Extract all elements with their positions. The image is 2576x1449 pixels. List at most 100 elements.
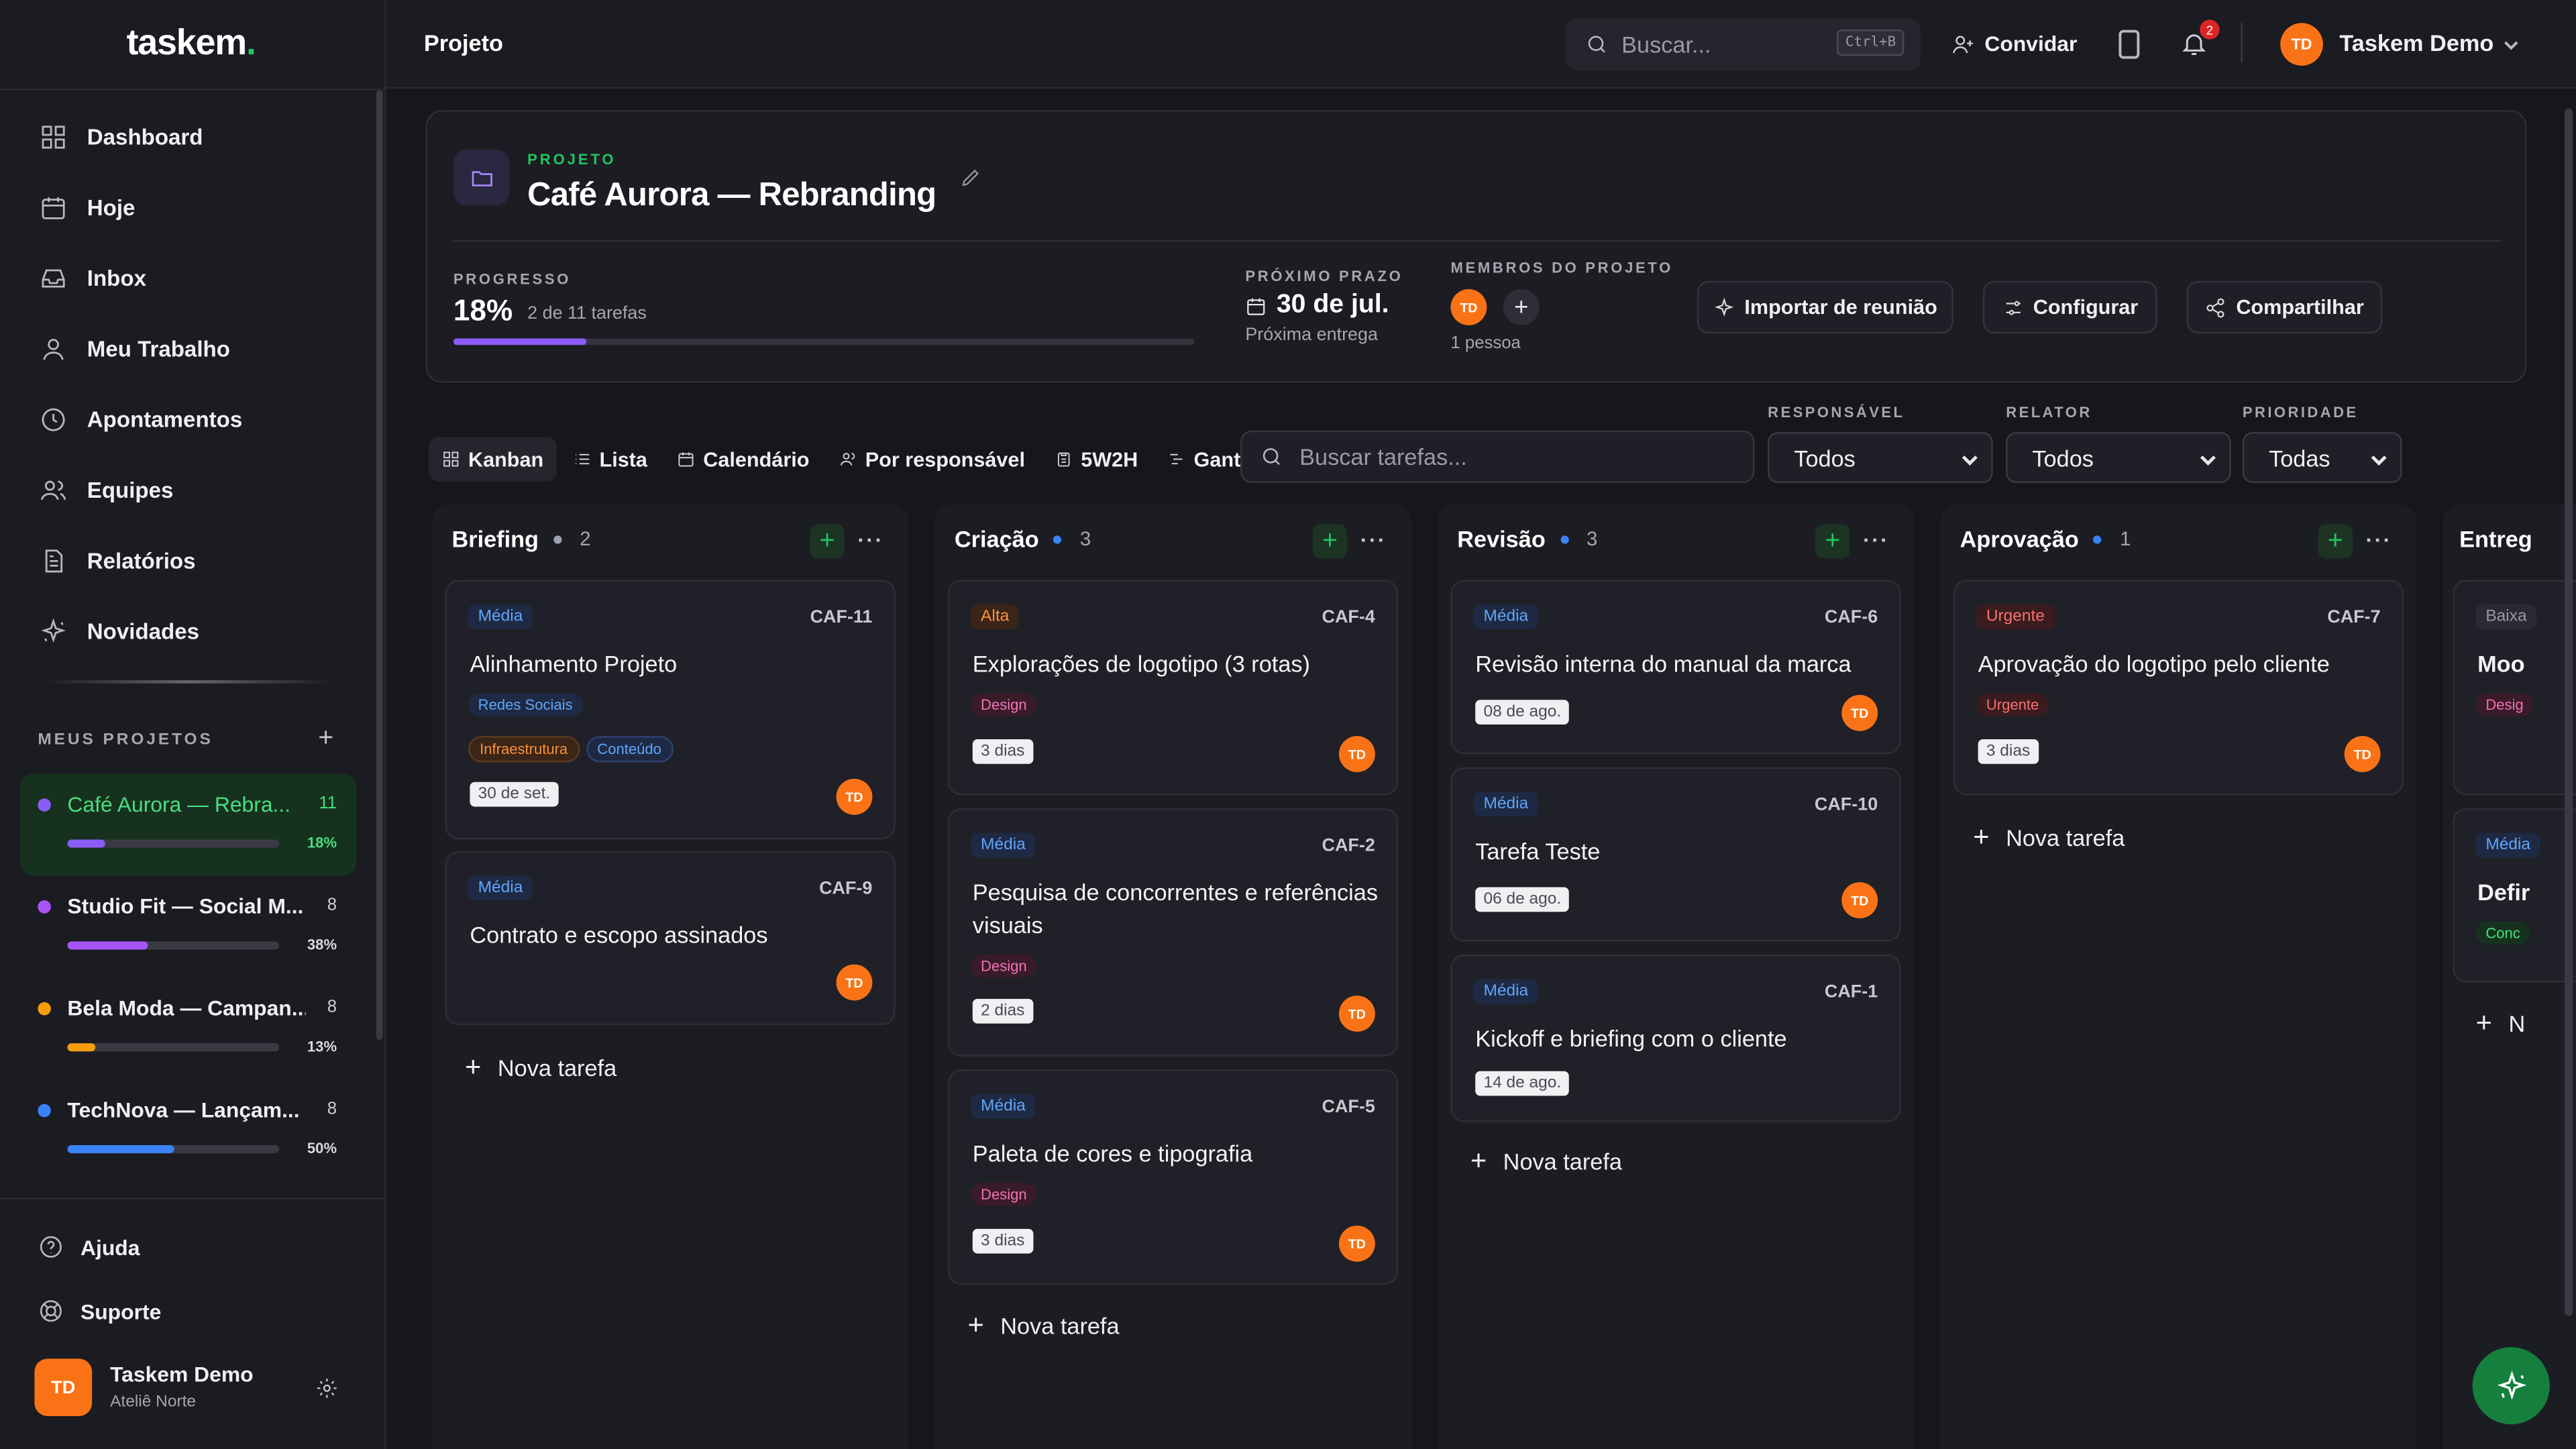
project-progress-fill <box>67 1144 174 1154</box>
task-card[interactable]: Urgente CAF-7 Aprovação do logotipo pelo… <box>1953 580 2404 796</box>
add-task-button[interactable]: + <box>1815 524 1850 559</box>
member-avatar[interactable]: TD <box>1450 289 1487 325</box>
priority-badge: Média <box>468 604 533 629</box>
task-card[interactable]: Alta CAF-4 Explorações de logotipo (3 ro… <box>948 580 1399 796</box>
more-icon[interactable]: ··· <box>1863 527 1889 552</box>
task-card[interactable]: Média CAF-2 Pesquisa de concorrentes e r… <box>948 808 1399 1057</box>
gear-icon[interactable] <box>315 1377 338 1399</box>
task-card[interactable]: Média CAF-10 Tarefa Teste 06 de ago. TD <box>1450 767 1901 942</box>
column-dot <box>1053 535 1062 543</box>
project-name: Café Aurora — Rebra... <box>67 792 291 817</box>
due-date: 08 de ago. <box>1475 700 1570 725</box>
filter-relator-select[interactable]: Todos <box>2006 432 2231 484</box>
avatar[interactable]: TD <box>2344 736 2381 773</box>
add-project-button[interactable]: + <box>318 724 333 754</box>
support-link[interactable]: Suporte <box>38 1298 161 1324</box>
sidebar-project[interactable]: Bela Moda — Campan... 8 13% <box>19 977 356 1079</box>
avatar[interactable]: TD <box>836 778 873 815</box>
task-card[interactable]: Média Defir Conc <box>2453 808 2576 983</box>
mobile-icon[interactable] <box>2118 30 2141 59</box>
sidebar-scrollbar[interactable] <box>376 90 383 1040</box>
priority-badge: Média <box>1473 979 1538 1004</box>
column-header: Criação 3 <box>955 526 1091 552</box>
avatar[interactable]: TD <box>1338 996 1375 1032</box>
task-id: CAF-1 <box>1824 982 1878 1002</box>
task-id: CAF-7 <box>2327 608 2381 628</box>
priority-badge: Baixa <box>2475 604 2537 629</box>
task-card[interactable]: Média CAF-9 Contrato e escopo assinados … <box>445 851 896 1026</box>
main-scrollbar[interactable] <box>2564 108 2573 1316</box>
sidebar-project[interactable]: Studio Fit — Social M... 8 38% <box>19 875 356 977</box>
sidebar-item-hoje[interactable]: Hoje <box>19 172 364 243</box>
task-card[interactable]: Média CAF-11 Alinhamento Projeto Redes S… <box>445 580 896 840</box>
filter-responsavel-select[interactable]: Todos <box>1768 432 1993 484</box>
avatar[interactable]: TD <box>34 1358 93 1417</box>
sidebar-item-meu-trabalho[interactable]: Meu Trabalho <box>19 314 364 384</box>
chevron-down-icon[interactable] <box>2504 38 2518 52</box>
avatar[interactable]: TD <box>1841 882 1878 918</box>
import-meeting-button[interactable]: Importar de reunião <box>1697 280 1953 334</box>
ai-assistant-button[interactable] <box>2472 1347 2550 1425</box>
more-icon[interactable]: ··· <box>2366 527 2392 552</box>
sidebar-item-inbox[interactable]: Inbox <box>19 243 364 313</box>
configure-button[interactable]: Configurar <box>1982 280 2157 334</box>
project-progress-bar <box>67 941 280 950</box>
new-task-button[interactable]: + Nova tarefa <box>1470 1145 1622 1178</box>
project-progress-fill <box>67 1043 95 1052</box>
tab-calendario[interactable]: Calendário <box>663 437 822 481</box>
add-task-button[interactable]: + <box>810 524 845 559</box>
task-card[interactable]: Média CAF-1 Kickoff e briefing com o cli… <box>1450 954 1901 1122</box>
avatar[interactable]: TD <box>1338 1225 1375 1262</box>
task-card[interactable]: Média CAF-5 Paleta de cores e tipografia… <box>948 1069 1399 1285</box>
kanban-column: Criação 3 + ··· Alta CAF-4 Explorações d… <box>934 504 1411 1449</box>
priority-badge: Média <box>1473 604 1538 629</box>
user-menu-name[interactable]: Taskem Demo <box>2339 30 2493 56</box>
column-dot <box>553 535 562 543</box>
sidebar-item-dashboard[interactable]: Dashboard <box>19 102 364 172</box>
avatar[interactable]: TD <box>1841 694 1878 731</box>
task-search-input[interactable]: Buscar tarefas... <box>1240 430 1755 484</box>
sidebar-item-label: Meu Trabalho <box>87 337 230 362</box>
filter-prioridade-select[interactable]: Todas <box>2242 432 2402 484</box>
sidebar-project[interactable]: TechNova — Lançam... 8 50% <box>19 1079 356 1181</box>
tab-por-responsavel[interactable]: Por responsável <box>826 437 1038 481</box>
tab-kanban[interactable]: Kanban <box>429 437 557 482</box>
new-task-button[interactable]: + Nova tarefa <box>967 1309 1119 1342</box>
chevron-down-icon <box>2371 455 2387 466</box>
invite-button[interactable]: Convidar <box>1951 32 2077 56</box>
more-icon[interactable]: ··· <box>857 527 883 552</box>
due-date: 14 de ago. <box>1475 1071 1570 1096</box>
sidebar-item-apontamentos[interactable]: Apontamentos <box>19 384 364 455</box>
more-icon[interactable]: ··· <box>1360 527 1387 552</box>
logo[interactable]: taskem. <box>127 21 256 64</box>
task-search-placeholder: Buscar tarefas... <box>1299 443 1467 470</box>
sidebar-item-equipes[interactable]: Equipes <box>19 455 364 525</box>
tab-5w2h[interactable]: 5W2H <box>1041 437 1150 481</box>
add-member-button[interactable]: + <box>1503 289 1540 325</box>
help-link[interactable]: Ajuda <box>38 1234 140 1260</box>
add-task-button[interactable]: + <box>2318 524 2353 559</box>
avatar[interactable]: TD <box>1338 736 1375 773</box>
new-task-button[interactable]: + N <box>2476 1007 2526 1040</box>
task-card[interactable]: Média CAF-6 Revisão interna do manual da… <box>1450 580 1901 755</box>
new-task-button[interactable]: + Nova tarefa <box>465 1051 616 1084</box>
task-title: Paleta de cores e tipografia <box>972 1140 1253 1167</box>
new-task-button[interactable]: + Nova tarefa <box>1973 822 2125 855</box>
project-list: Café Aurora — Rebra... 11 18% Studio Fit… <box>19 773 357 1181</box>
share-button[interactable]: Compartilhar <box>2186 280 2383 334</box>
task-card[interactable]: Baixa Moo Desig <box>2453 580 2576 796</box>
global-search-input[interactable]: Buscar... Ctrl+B <box>1565 17 1921 71</box>
sidebar-item-relatorios[interactable]: Relatórios <box>19 526 364 596</box>
filter-label-prioridade: PRIORIDADE <box>2242 404 2359 421</box>
task-title: Aprovação do logotipo pelo cliente <box>1978 650 2330 677</box>
pencil-icon[interactable] <box>959 166 982 189</box>
sidebar-item-novidades[interactable]: Novidades <box>19 596 364 667</box>
add-task-button[interactable]: + <box>1312 524 1348 559</box>
avatar[interactable]: TD <box>2280 23 2323 66</box>
sidebar-project[interactable]: Café Aurora — Rebra... 11 18% <box>19 773 357 876</box>
project-color-dot <box>38 798 51 812</box>
folder-icon <box>453 149 510 206</box>
calendar-icon <box>678 452 694 467</box>
avatar[interactable]: TD <box>836 964 873 1001</box>
tab-lista[interactable]: Lista <box>560 437 661 481</box>
